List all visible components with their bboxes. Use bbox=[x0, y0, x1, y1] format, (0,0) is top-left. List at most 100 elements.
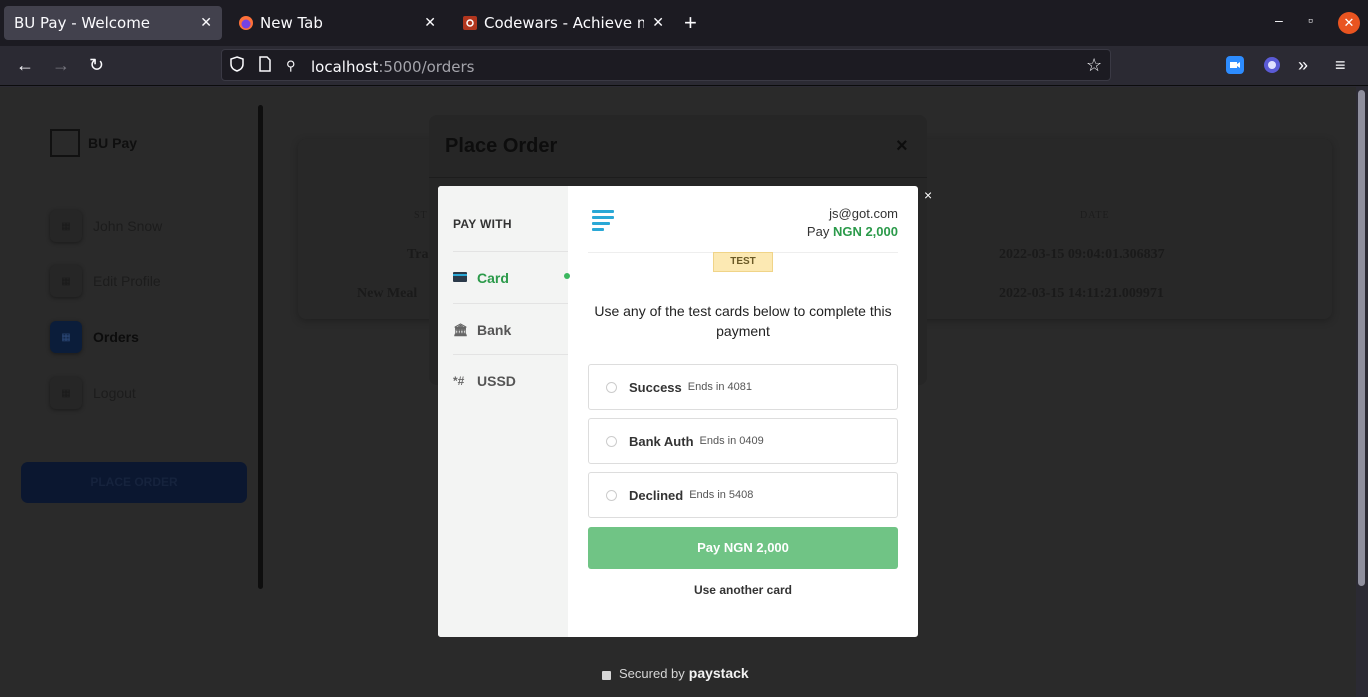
brand-name: BU Pay bbox=[88, 135, 138, 151]
site-permissions-icon[interactable]: ⚲ bbox=[286, 56, 296, 76]
orders-icon: ▦ bbox=[50, 321, 82, 353]
ussd-icon: *# bbox=[453, 373, 465, 388]
logout-icon: ▦ bbox=[50, 377, 82, 409]
method-label: USSD bbox=[477, 372, 516, 389]
tab-close-icon[interactable]: ✕ bbox=[200, 15, 212, 31]
tab-title: Codewars - Achieve mast bbox=[484, 14, 645, 32]
sidebar-item-logout[interactable]: ▦ Logout bbox=[50, 377, 136, 409]
test-card-success[interactable]: Success Ends in 4081 bbox=[588, 364, 898, 410]
lock-icon bbox=[602, 670, 611, 680]
method-bank[interactable]: 🏛 Bank bbox=[453, 303, 568, 355]
sidebar-item-edit-profile[interactable]: ▦ Edit Profile bbox=[50, 265, 161, 297]
method-ussd[interactable]: *# USSD bbox=[453, 354, 568, 406]
radio-button[interactable] bbox=[606, 381, 617, 393]
page-icon[interactable] bbox=[259, 56, 271, 76]
tab-close-icon[interactable]: ✕ bbox=[424, 15, 436, 31]
card-name: Success bbox=[629, 379, 682, 395]
column-header-date: DATE bbox=[1080, 210, 1110, 221]
payment-close-icon[interactable]: × bbox=[924, 187, 932, 203]
sidebar-item-label: Logout bbox=[93, 385, 136, 401]
url-text[interactable]: localhost:5000/orders bbox=[311, 58, 474, 76]
tab-strip: BU Pay - Welcome ✕ New Tab ✕ Codewars - … bbox=[0, 0, 1368, 46]
new-tab-button[interactable]: + bbox=[684, 11, 697, 35]
row-date: 2022-03-15 14:11:21.009971 bbox=[999, 286, 1164, 301]
tab-bu-pay[interactable]: BU Pay - Welcome ✕ bbox=[4, 6, 222, 40]
browser-window: BU Pay - Welcome ✕ New Tab ✕ Codewars - … bbox=[0, 0, 1368, 697]
method-card[interactable]: Card bbox=[453, 251, 568, 303]
forward-arrow-icon[interactable]: → bbox=[52, 55, 70, 75]
menu-icon[interactable]: ≡ bbox=[1335, 55, 1346, 75]
card-icon bbox=[453, 271, 471, 285]
zoom-extension-icon[interactable] bbox=[1226, 56, 1244, 78]
sidebar-item-orders[interactable]: ▦ Orders bbox=[50, 321, 139, 353]
sidebar-item-label: John Snow bbox=[93, 218, 163, 234]
card-ends: Ends in 4081 bbox=[687, 381, 752, 393]
sidebar-item-label: Orders bbox=[93, 329, 139, 345]
place-order-button[interactable]: PLACE ORDER bbox=[21, 462, 247, 503]
row-name: Tra bbox=[407, 247, 429, 262]
test-card-declined[interactable]: Declined Ends in 5408 bbox=[588, 472, 898, 518]
window-close-button[interactable]: ✕ bbox=[1338, 12, 1360, 34]
amount-value: NGN 2,000 bbox=[832, 224, 898, 239]
user-icon: ▦ bbox=[50, 210, 82, 242]
tab-title: New Tab bbox=[260, 14, 323, 32]
payment-details-panel: js@got.com Pay NGN 2,000 TEST Use any of… bbox=[568, 186, 918, 637]
radio-button[interactable] bbox=[606, 435, 617, 447]
card-ends: Ends in 0409 bbox=[699, 435, 764, 447]
tab-new-tab[interactable]: New Tab ✕ bbox=[228, 6, 446, 40]
maximize-button[interactable]: ▫ bbox=[1308, 12, 1313, 28]
bookmark-star-icon[interactable]: ☆ bbox=[1086, 55, 1102, 75]
payment-methods-panel: PAY WITH Card 🏛 Bank *# USSD bbox=[438, 186, 568, 637]
card-name: Bank Auth bbox=[629, 433, 694, 449]
firefox-icon bbox=[238, 15, 254, 31]
sidebar-item-profile[interactable]: ▦ John Snow bbox=[50, 210, 162, 242]
brand[interactable]: BU Pay bbox=[50, 129, 137, 157]
pay-with-label: PAY WITH bbox=[453, 217, 512, 231]
pay-button[interactable]: Pay NGN 2,000 bbox=[588, 527, 898, 569]
secured-by-footer: Secured by paystack bbox=[602, 665, 749, 681]
method-label: Bank bbox=[477, 321, 512, 338]
tab-close-icon[interactable]: ✕ bbox=[652, 15, 664, 31]
sidebar-item-label: Edit Profile bbox=[93, 273, 161, 289]
pay-amount: Pay NGN 2,000 bbox=[807, 224, 898, 239]
test-instructions: Use any of the test cards below to compl… bbox=[594, 303, 892, 339]
customer-email: js@got.com bbox=[829, 206, 898, 221]
paystack-wordmark: paystack bbox=[688, 665, 749, 681]
row-name: New Meal bbox=[357, 286, 418, 301]
row-date: 2022-03-15 09:04:01.306837 bbox=[999, 247, 1165, 262]
amount-prefix: Pay bbox=[806, 224, 830, 239]
modal-close-icon[interactable]: × bbox=[896, 135, 908, 158]
use-another-card-link[interactable]: Use another card bbox=[588, 583, 898, 597]
test-badge: TEST bbox=[713, 252, 773, 272]
paystack-checkout: PAY WITH Card 🏛 Bank *# USSD js@got.com … bbox=[438, 186, 918, 637]
extension-icon[interactable] bbox=[1263, 56, 1281, 78]
scrollbar-thumb[interactable] bbox=[1358, 90, 1365, 586]
sidebar-divider bbox=[258, 105, 263, 589]
back-arrow-icon[interactable]: ← bbox=[16, 55, 34, 75]
modal-title: Place Order bbox=[445, 135, 558, 157]
column-header-status: ST bbox=[414, 210, 428, 221]
edit-icon: ▦ bbox=[50, 265, 82, 297]
minimize-button[interactable]: – bbox=[1275, 12, 1283, 28]
method-label: Card bbox=[477, 269, 509, 286]
url-path: :5000/orders bbox=[378, 58, 475, 76]
bu-pay-logo-icon bbox=[50, 129, 80, 157]
url-bar[interactable]: ⚲ localhost:5000/orders ☆ bbox=[221, 49, 1111, 81]
shield-icon[interactable] bbox=[230, 56, 244, 78]
modal-divider bbox=[429, 177, 927, 178]
test-card-bank-auth[interactable]: Bank Auth Ends in 0409 bbox=[588, 418, 898, 464]
codewars-icon bbox=[462, 15, 478, 31]
paystack-logo-icon bbox=[592, 210, 614, 234]
reload-icon[interactable]: ↻ bbox=[89, 55, 104, 75]
card-ends: Ends in 5408 bbox=[689, 489, 754, 501]
radio-button[interactable] bbox=[606, 489, 617, 501]
secured-by-text: Secured by bbox=[619, 665, 685, 681]
tab-title: BU Pay - Welcome bbox=[14, 14, 151, 32]
more-tools-icon[interactable]: » bbox=[1298, 55, 1308, 75]
url-host: localhost bbox=[311, 58, 379, 76]
nav-bar: ← → ↻ ⚲ localhost:5000/orders ☆ » ≡ bbox=[0, 46, 1368, 86]
card-name: Declined bbox=[629, 487, 684, 503]
bank-icon: 🏛 bbox=[453, 322, 469, 337]
page-content: BU Pay ▦ John Snow ▦ Edit Profile ▦ Orde… bbox=[0, 87, 1356, 697]
tab-codewars[interactable]: Codewars - Achieve mast ✕ bbox=[452, 6, 674, 40]
